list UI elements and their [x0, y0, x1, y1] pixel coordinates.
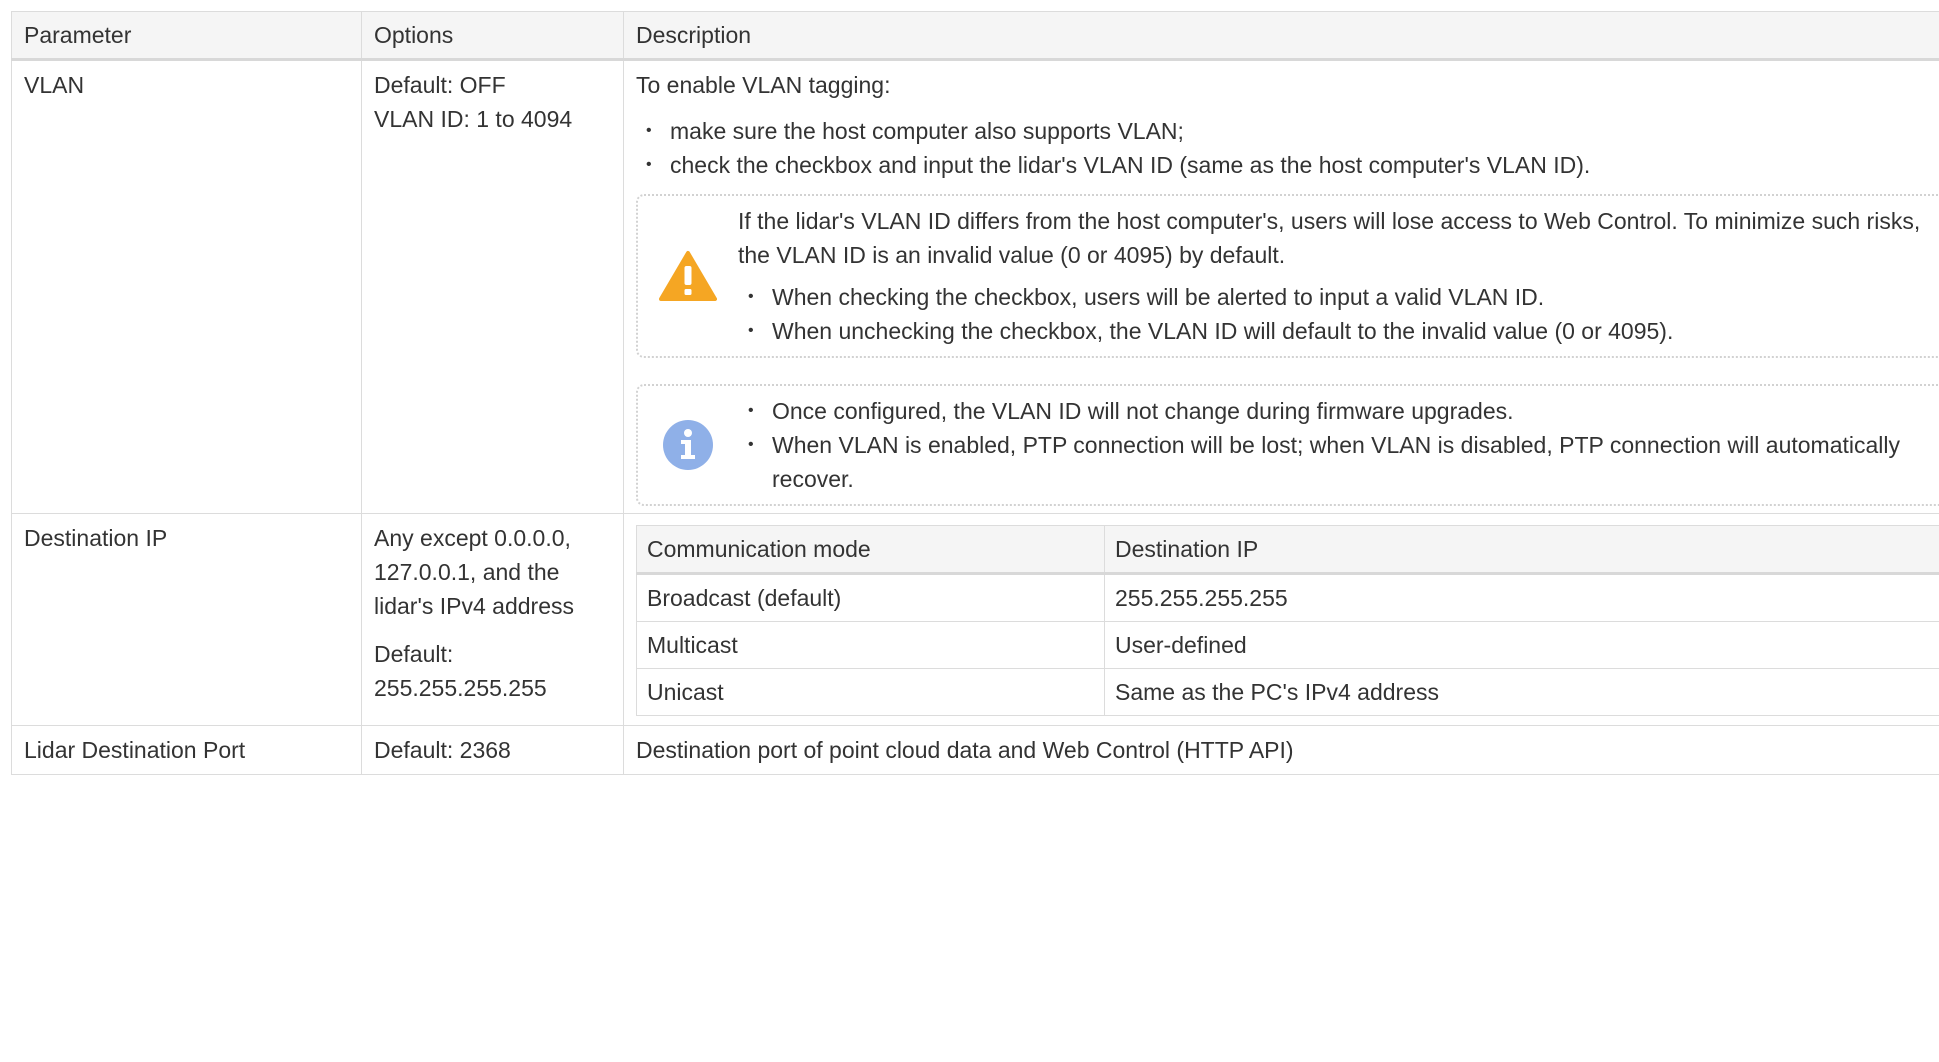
param-name-lidar-port: Lidar Destination Port: [11, 725, 362, 775]
description-lidar-port: Destination port of point cloud data and…: [623, 725, 1939, 775]
header-parameter: Parameter: [11, 11, 362, 61]
list-item: check the checkbox and input the lidar's…: [636, 148, 1939, 182]
description-vlan: To enable VLAN tagging: make sure the ho…: [623, 59, 1939, 514]
mode-cell: Broadcast (default): [636, 573, 1105, 622]
warning-note: If the lidar's VLAN ID differs from the …: [636, 194, 1939, 358]
option-default-label: Default:: [374, 641, 454, 667]
document-page: Parameter Options Description VLAN Defau…: [0, 0, 1939, 1062]
inner-header-row: Communication mode Destination IP: [636, 525, 1939, 575]
header-options: Options: [361, 11, 624, 61]
table-row: Broadcast (default) 255.255.255.255: [636, 573, 1939, 622]
info-list: Once configured, the VLAN ID will not ch…: [738, 394, 1936, 496]
option-default-value: 255.255.255.255: [374, 675, 547, 701]
table-row: Unicast Same as the PC's IPv4 address: [636, 668, 1939, 716]
table-header: Parameter Options Description: [11, 11, 1939, 61]
vlan-intro: To enable VLAN tagging:: [636, 72, 891, 98]
param-name-vlan: VLAN: [11, 59, 362, 514]
info-note: Once configured, the VLAN ID will not ch…: [636, 384, 1939, 506]
list-item: When VLAN is enabled, PTP connection wil…: [738, 428, 1936, 496]
option-default: Default: OFF: [374, 72, 506, 98]
ip-cell: 255.255.255.255: [1104, 573, 1939, 622]
header-communication-mode: Communication mode: [636, 525, 1105, 575]
ip-cell: Same as the PC's IPv4 address: [1104, 668, 1939, 716]
ip-cell: User-defined: [1104, 621, 1939, 669]
options-destination-ip: Any except 0.0.0.0, 127.0.0.1, and the l…: [361, 513, 624, 726]
option-vlan-id-range: VLAN ID: 1 to 4094: [374, 106, 573, 132]
warning-text: If the lidar's VLAN ID differs from the …: [738, 208, 1921, 268]
header-destination-ip: Destination IP: [1104, 525, 1939, 575]
list-item: When checking the checkbox, users will b…: [738, 280, 1936, 314]
option-allowed-range: Any except 0.0.0.0, 127.0.0.1, and the l…: [374, 525, 574, 619]
communication-mode-table: Communication mode Destination IP Broadc…: [636, 525, 1939, 716]
mode-cell: Unicast: [636, 668, 1105, 716]
param-name-destination-ip: Destination IP: [11, 513, 362, 726]
table-row-vlan: VLAN Default: OFF VLAN ID: 1 to 4094 To …: [11, 59, 1939, 514]
list-item: make sure the host computer also support…: [636, 114, 1939, 148]
vlan-steps-list: make sure the host computer also support…: [636, 114, 1939, 182]
info-icon: [663, 420, 713, 470]
warning-list: When checking the checkbox, users will b…: [738, 280, 1936, 348]
list-item: When unchecking the checkbox, the VLAN I…: [738, 314, 1936, 348]
list-item: Once configured, the VLAN ID will not ch…: [738, 394, 1936, 428]
warning-icon: [659, 251, 717, 301]
table-row-destination-ip: Destination IP Any except 0.0.0.0, 127.0…: [11, 513, 1939, 726]
parameter-table: Parameter Options Description VLAN Defau…: [11, 11, 1939, 775]
options-lidar-port: Default: 2368: [361, 725, 624, 775]
header-description: Description: [623, 11, 1939, 61]
mode-cell: Multicast: [636, 621, 1105, 669]
options-vlan: Default: OFF VLAN ID: 1 to 4094: [361, 59, 624, 514]
header-row: Parameter Options Description: [11, 11, 1939, 61]
table-row-lidar-destination-port: Lidar Destination Port Default: 2368 Des…: [11, 725, 1939, 775]
description-destination-ip: Communication mode Destination IP Broadc…: [623, 513, 1939, 726]
table-row: Multicast User-defined: [636, 621, 1939, 669]
